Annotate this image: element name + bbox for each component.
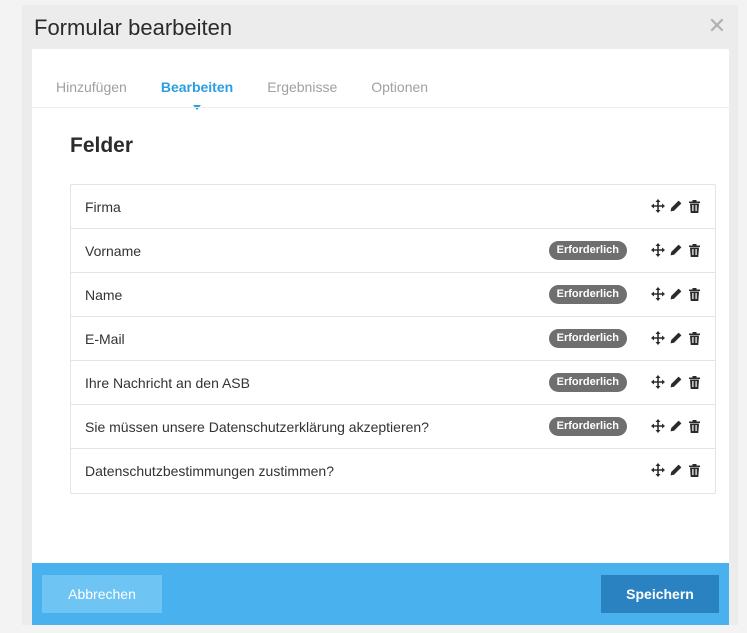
field-label: E-Mail — [85, 331, 125, 347]
edit-form-dialog: Formular bearbeiten ✕ Hinzufügen Bearbei… — [22, 5, 738, 625]
row-actions — [651, 462, 701, 478]
field-label: Sie müssen unsere Datenschutzerklärung a… — [85, 419, 429, 435]
required-badge: Erforderlich — [548, 329, 627, 348]
move-icon[interactable] — [651, 374, 665, 390]
tab-divider — [32, 107, 729, 108]
row-actions — [651, 374, 701, 390]
tab-edit[interactable]: Bearbeiten — [161, 79, 233, 110]
edit-icon[interactable] — [669, 242, 683, 258]
required-badge: Erforderlich — [548, 241, 627, 260]
tab-options[interactable]: Optionen — [371, 79, 428, 95]
row-actions — [651, 330, 701, 346]
edit-icon[interactable] — [669, 374, 683, 390]
delete-icon[interactable] — [687, 242, 701, 258]
save-button[interactable]: Speichern — [601, 575, 719, 613]
field-label: Name — [85, 287, 123, 303]
required-badge: Erforderlich — [548, 285, 627, 304]
field-row[interactable]: Name Erforderlich — [71, 273, 715, 317]
required-badge: Erforderlich — [548, 373, 627, 392]
cancel-button[interactable]: Abbrechen — [42, 575, 162, 613]
dialog-footer: Abbrechen Speichern — [32, 563, 729, 625]
field-label: Datenschutzbestimmungen zustimmen? — [85, 463, 335, 479]
field-row[interactable]: Ihre Nachricht an den ASB Erforderlich — [71, 361, 715, 405]
field-row[interactable]: Datenschutzbestimmungen zustimmen? — [71, 449, 715, 493]
delete-icon[interactable] — [687, 286, 701, 302]
dialog-body: Hinzufügen Bearbeiten Ergebnisse Optione… — [32, 49, 729, 563]
edit-icon[interactable] — [669, 330, 683, 346]
field-list: Firma Vorname Erforderlich Name Erforderlich… — [70, 184, 716, 494]
delete-icon[interactable] — [687, 374, 701, 390]
section-title: Felder — [70, 134, 134, 157]
row-actions — [651, 242, 701, 258]
delete-icon[interactable] — [687, 198, 701, 214]
move-icon[interactable] — [651, 242, 665, 258]
move-icon[interactable] — [651, 462, 665, 478]
field-label: Vorname — [85, 243, 142, 259]
delete-icon[interactable] — [687, 330, 701, 346]
move-icon[interactable] — [651, 330, 665, 346]
tab-bar: Hinzufügen Bearbeiten Ergebnisse Optione… — [56, 79, 462, 110]
edit-icon[interactable] — [669, 462, 683, 478]
move-icon[interactable] — [651, 286, 665, 302]
tab-add[interactable]: Hinzufügen — [56, 79, 127, 95]
edit-icon[interactable] — [669, 286, 683, 302]
row-actions — [651, 418, 701, 434]
tab-results[interactable]: Ergebnisse — [267, 79, 337, 95]
row-actions — [651, 286, 701, 302]
field-row[interactable]: E-Mail Erforderlich — [71, 317, 715, 361]
delete-icon[interactable] — [687, 462, 701, 478]
field-label: Ihre Nachricht an den ASB — [85, 375, 250, 391]
move-icon[interactable] — [651, 198, 665, 214]
field-row[interactable]: Sie müssen unsere Datenschutzerklärung a… — [71, 405, 715, 449]
delete-icon[interactable] — [687, 418, 701, 434]
row-actions — [651, 198, 701, 214]
required-badge: Erforderlich — [548, 417, 627, 436]
field-row[interactable]: Vorname Erforderlich — [71, 229, 715, 273]
move-icon[interactable] — [651, 418, 665, 434]
field-row[interactable]: Firma — [71, 185, 715, 229]
edit-icon[interactable] — [669, 418, 683, 434]
close-icon[interactable]: ✕ — [706, 15, 728, 37]
dialog-title: Formular bearbeiten — [34, 15, 233, 40]
field-label: Firma — [85, 199, 121, 215]
edit-icon[interactable] — [669, 198, 683, 214]
